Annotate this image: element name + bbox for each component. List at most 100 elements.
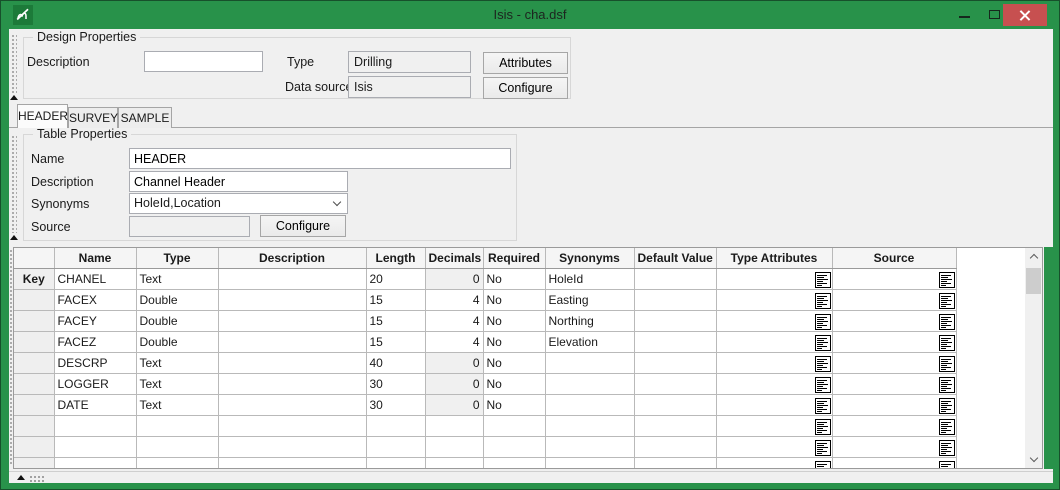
grid-cell-synonyms[interactable]	[545, 415, 634, 436]
source-edit-icon[interactable]	[939, 335, 955, 351]
grid-cell-type[interactable]: Text	[136, 373, 218, 394]
grid-cell-row-header[interactable]	[14, 352, 54, 373]
source-edit-icon[interactable]	[939, 356, 955, 372]
grid-cell-required[interactable]	[483, 436, 545, 457]
grid-cell-name[interactable]: LOGGER	[54, 373, 136, 394]
synonyms-combobox[interactable]: HoleId,Location	[129, 193, 348, 214]
grid-cell-row-header[interactable]	[14, 373, 54, 394]
source-edit-icon[interactable]	[939, 314, 955, 330]
grid-cell-decimals[interactable]	[425, 415, 483, 436]
type-attributes-edit-icon[interactable]	[815, 461, 831, 470]
grid-cell-default-value[interactable]	[634, 352, 716, 373]
grid-cell-default-value[interactable]	[634, 457, 716, 469]
source-edit-icon[interactable]	[939, 398, 955, 414]
grid-cell-decimals[interactable]	[425, 457, 483, 469]
minimize-button[interactable]	[949, 1, 979, 27]
table-properties-collapse-icon[interactable]	[10, 235, 18, 240]
source-edit-icon[interactable]	[939, 293, 955, 309]
grid-cell-name[interactable]: DATE	[54, 394, 136, 415]
source-edit-icon[interactable]	[939, 272, 955, 288]
grid-cell-synonyms[interactable]	[545, 436, 634, 457]
grid-cell-decimals[interactable]	[425, 436, 483, 457]
grid-cell-default-value[interactable]	[634, 310, 716, 331]
grid-cell-name[interactable]: FACEZ	[54, 331, 136, 352]
grid-cell-required[interactable]: No	[483, 289, 545, 310]
grid-cell-synonyms[interactable]: Easting	[545, 289, 634, 310]
grid-cell-default-value[interactable]	[634, 436, 716, 457]
grid-cell-description[interactable]	[218, 373, 366, 394]
grid-cell-type[interactable]: Text	[136, 268, 218, 289]
table-properties-gripper[interactable]	[11, 135, 17, 233]
grid-cell-length[interactable]	[366, 436, 425, 457]
grid-cell-type[interactable]: Text	[136, 352, 218, 373]
grid-cell-decimals[interactable]: 0	[425, 394, 483, 415]
grid-cell-length[interactable]	[366, 415, 425, 436]
source-edit-icon[interactable]	[939, 377, 955, 393]
attributes-button[interactable]: Attributes	[483, 52, 568, 74]
type-attributes-edit-icon[interactable]	[815, 440, 831, 456]
grid-cell-name[interactable]: CHANEL	[54, 268, 136, 289]
grid-cell-description[interactable]	[218, 457, 366, 469]
grid-cell-name[interactable]	[54, 457, 136, 469]
grid-cell-decimals[interactable]: 4	[425, 331, 483, 352]
grid-cell-length[interactable]: 20	[366, 268, 425, 289]
grid-cell-length[interactable]	[366, 457, 425, 469]
tab-header[interactable]: HEADER	[17, 104, 68, 128]
tab-sample[interactable]: SAMPLE	[118, 107, 172, 128]
grid-cell-description[interactable]	[218, 310, 366, 331]
grid-cell-description[interactable]	[218, 352, 366, 373]
grid-cell-description[interactable]	[218, 289, 366, 310]
table-description-input[interactable]	[129, 171, 348, 192]
grid-cell-description[interactable]	[218, 394, 366, 415]
tab-survey[interactable]: SURVEY	[68, 107, 118, 128]
grid-cell-row-header[interactable]	[14, 394, 54, 415]
grid-cell-type[interactable]: Double	[136, 331, 218, 352]
grid-cell-synonyms[interactable]	[545, 373, 634, 394]
grid-cell-name[interactable]: DESCRP	[54, 352, 136, 373]
grid-cell-required[interactable]: No	[483, 268, 545, 289]
grid-cell-required[interactable]: No	[483, 394, 545, 415]
grid-cell-name[interactable]: FACEX	[54, 289, 136, 310]
grid-cell-type[interactable]: Double	[136, 289, 218, 310]
source-edit-icon[interactable]	[939, 440, 955, 456]
grid-cell-name[interactable]: FACEY	[54, 310, 136, 331]
scroll-down-button[interactable]	[1025, 451, 1042, 468]
design-description-input[interactable]	[144, 51, 263, 72]
grid-cell-synonyms[interactable]	[545, 352, 634, 373]
type-attributes-edit-icon[interactable]	[815, 272, 831, 288]
grid-cell-row-header[interactable]	[14, 457, 54, 469]
grid-cell-row-header[interactable]	[14, 331, 54, 352]
design-panel-collapse-icon[interactable]	[10, 95, 18, 100]
grid-cell-length[interactable]: 15	[366, 310, 425, 331]
table-configure-button[interactable]: Configure	[260, 215, 346, 237]
bottom-splitter[interactable]	[9, 471, 1053, 483]
grid-cell-default-value[interactable]	[634, 415, 716, 436]
grid-cell-required[interactable]	[483, 415, 545, 436]
grid-cell-row-header[interactable]	[14, 289, 54, 310]
scrollbar-thumb[interactable]	[1026, 268, 1041, 294]
grid-cell-type[interactable]: Text	[136, 394, 218, 415]
grid-cell-row-header[interactable]: Key	[14, 268, 54, 289]
grid-cell-decimals[interactable]: 4	[425, 310, 483, 331]
grid-cell-synonyms[interactable]	[545, 457, 634, 469]
grid-cell-type[interactable]: Double	[136, 310, 218, 331]
type-attributes-edit-icon[interactable]	[815, 314, 831, 330]
grid-cell-required[interactable]: No	[483, 310, 545, 331]
name-input[interactable]	[129, 148, 511, 169]
grid-cell-type[interactable]	[136, 415, 218, 436]
grid-cell-description[interactable]	[218, 268, 366, 289]
scroll-up-button[interactable]	[1025, 248, 1042, 265]
grid-cell-decimals[interactable]: 0	[425, 352, 483, 373]
grid-cell-row-header[interactable]	[14, 310, 54, 331]
grid-cell-required[interactable]: No	[483, 352, 545, 373]
grid-vertical-scrollbar[interactable]	[1025, 248, 1042, 468]
source-edit-icon[interactable]	[939, 461, 955, 470]
design-panel-gripper[interactable]	[11, 34, 17, 94]
grid-cell-length[interactable]: 40	[366, 352, 425, 373]
grid-cell-name[interactable]	[54, 415, 136, 436]
grid-cell-type[interactable]	[136, 436, 218, 457]
close-button[interactable]	[1003, 4, 1047, 26]
type-attributes-edit-icon[interactable]	[815, 293, 831, 309]
grid-cell-synonyms[interactable]: HoleId	[545, 268, 634, 289]
grid-cell-synonyms[interactable]: Northing	[545, 310, 634, 331]
